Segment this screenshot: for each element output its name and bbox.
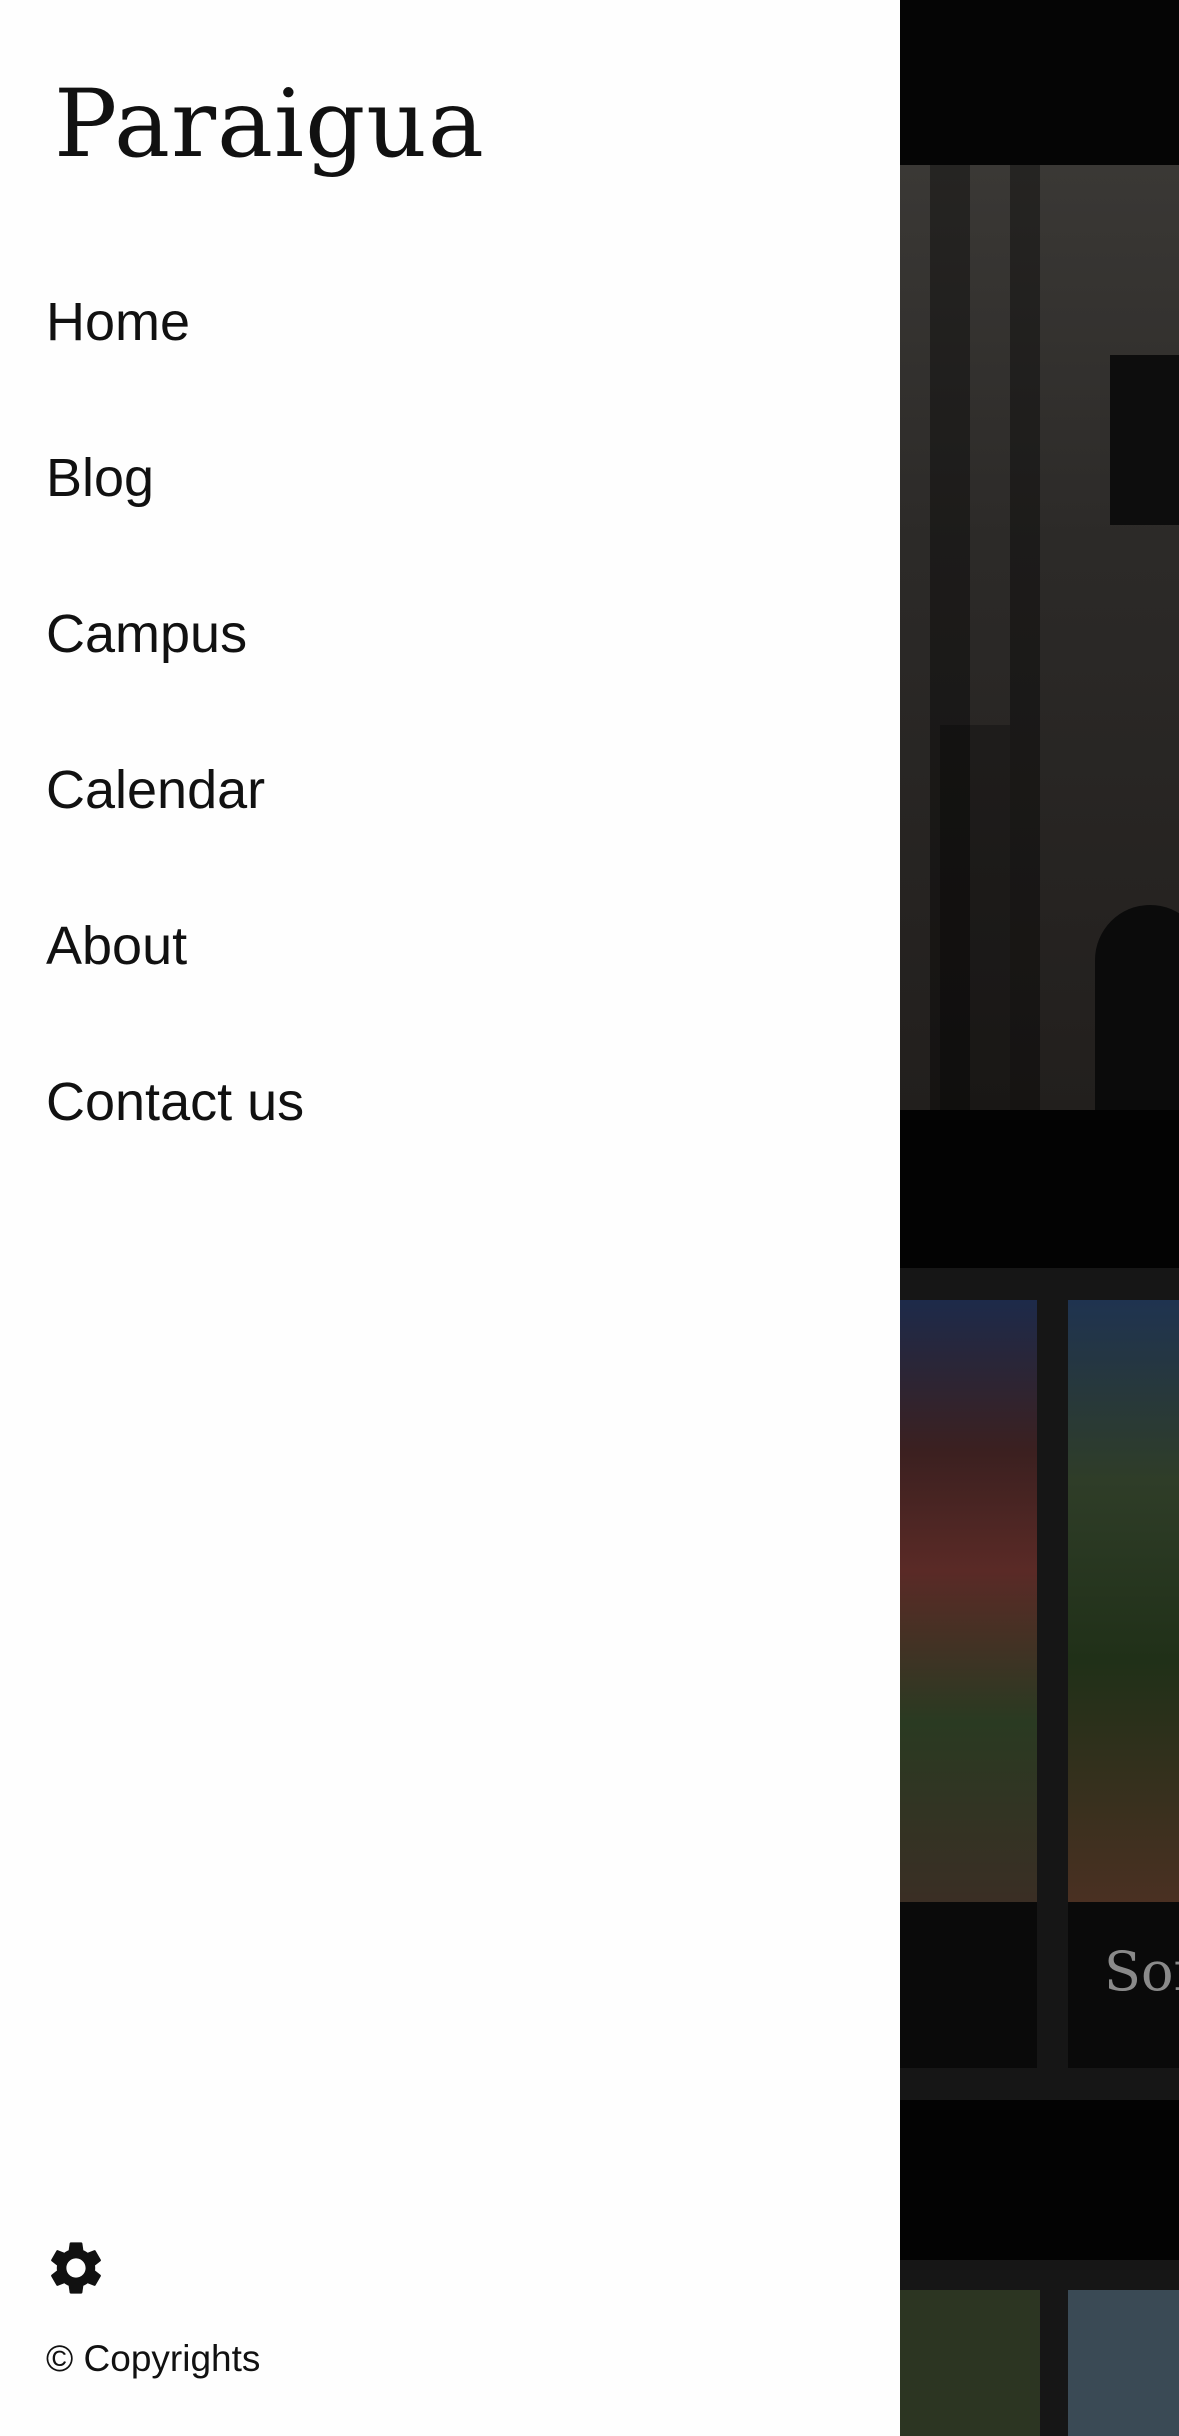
hero-window	[1110, 355, 1179, 525]
navigation-drawer: Paraigua Home Blog Campus Calendar About…	[0, 0, 900, 2436]
card-image	[900, 1300, 1037, 1902]
campus-card[interactable]	[900, 1300, 1037, 2068]
nav-item-campus[interactable]: Campus	[46, 602, 304, 758]
campus-card[interactable]: Sor	[1068, 1300, 1179, 2068]
copyright-text: © Copyrights	[46, 2338, 261, 2379]
nav-item-contact-us[interactable]: Contact us	[46, 1070, 304, 1226]
nav-item-calendar[interactable]: Calendar	[46, 758, 304, 914]
brand-title[interactable]: Paraigua	[54, 70, 485, 179]
hero-pillar	[940, 725, 1010, 1110]
hero-arch	[1095, 905, 1179, 1125]
dark-band	[900, 1110, 1179, 1270]
campus-card[interactable]	[1068, 2290, 1179, 2436]
nav-item-home[interactable]: Home	[46, 290, 304, 446]
nav-item-about[interactable]: About	[46, 914, 304, 1070]
nav-item-blog[interactable]: Blog	[46, 446, 304, 602]
gear-icon[interactable]	[44, 2236, 108, 2300]
card-image	[1068, 1300, 1179, 1902]
campus-card[interactable]	[900, 2290, 1040, 2436]
card-title: Sor	[1104, 1940, 1179, 2003]
hero-image	[900, 165, 1179, 1125]
dark-band	[900, 2100, 1179, 2260]
nav-menu: Home Blog Campus Calendar About Contact …	[46, 290, 304, 1226]
hero-column	[1010, 165, 1040, 1110]
